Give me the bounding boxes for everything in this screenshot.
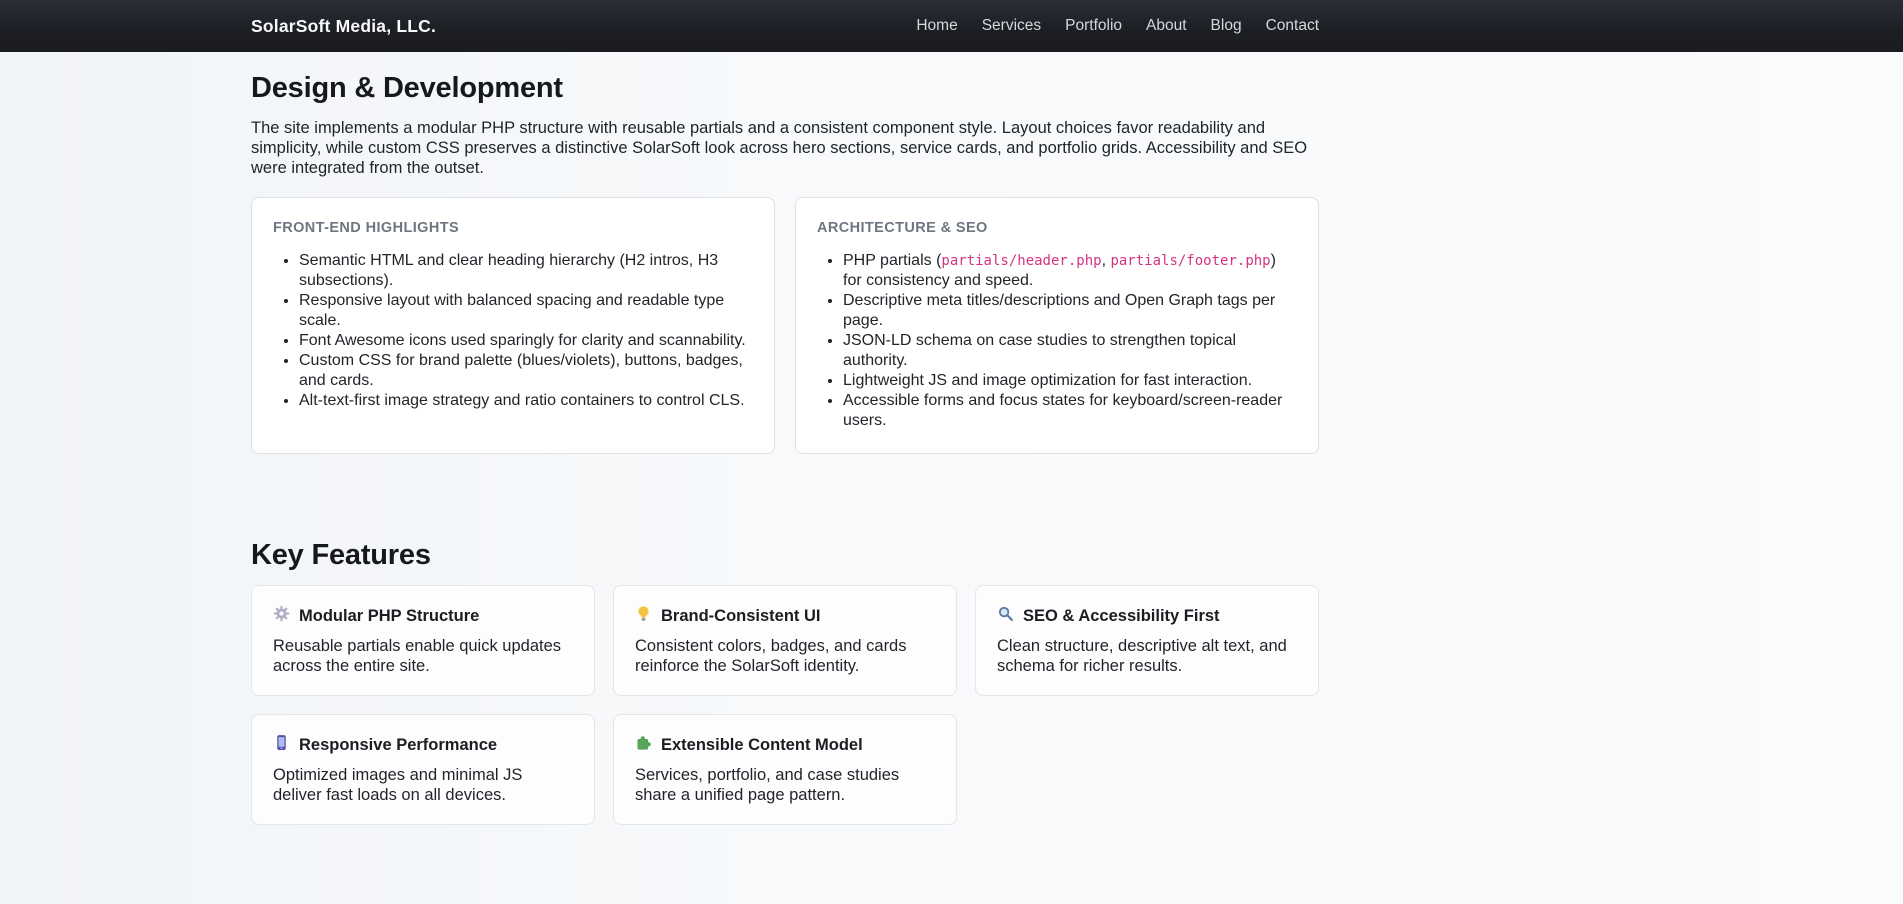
feature-title-row: Brand-Consistent UI xyxy=(635,605,935,627)
list-item: Lightweight JS and image optimization fo… xyxy=(843,371,1297,391)
phone-icon xyxy=(273,734,290,756)
architecture-seo-header: ARCHITECTURE & SEO xyxy=(817,220,1297,236)
architecture-seo-list: PHP partials (partials/header.php, parti… xyxy=(817,251,1297,431)
puzzle-icon xyxy=(635,734,652,756)
frontend-highlights-card: FRONT-END HIGHLIGHTS Semantic HTML and c… xyxy=(251,197,775,454)
nav-link-contact[interactable]: Contact xyxy=(1266,17,1319,35)
list-item: Font Awesome icons used sparingly for cl… xyxy=(299,331,753,351)
list-item: Descriptive meta titles/descriptions and… xyxy=(843,291,1297,331)
list-item: Accessible forms and focus states for ke… xyxy=(843,391,1297,431)
nav-links: Home Services Portfolio About Blog Conta… xyxy=(916,17,1319,35)
brand-link[interactable]: SolarSoft Media, LLC. xyxy=(251,16,436,37)
list-item: Responsive layout with balanced spacing … xyxy=(299,291,753,331)
architecture-seo-card: ARCHITECTURE & SEO PHP partials (partial… xyxy=(795,197,1319,454)
feature-title: Modular PHP Structure xyxy=(299,607,479,626)
feature-description: Services, portfolio, and case studies sh… xyxy=(635,765,935,805)
feature-title-row: Responsive Performance xyxy=(273,734,573,756)
highlight-cards-row: FRONT-END HIGHLIGHTS Semantic HTML and c… xyxy=(251,197,1319,454)
nav-link-about[interactable]: About xyxy=(1146,17,1187,35)
feature-title: SEO & Accessibility First xyxy=(1023,607,1220,626)
main-content: Design & Development The site implements… xyxy=(251,52,1319,825)
feature-title: Responsive Performance xyxy=(299,736,497,755)
feature-card-modular-php: Modular PHP Structure Reusable partials … xyxy=(251,585,595,696)
feature-description: Optimized images and minimal JS deliver … xyxy=(273,765,573,805)
key-features-title: Key Features xyxy=(251,539,1319,572)
features-grid: Modular PHP Structure Reusable partials … xyxy=(251,585,1319,825)
list-item-php-partials: PHP partials (partials/header.php, parti… xyxy=(843,251,1297,291)
gear-icon xyxy=(273,605,290,627)
lightbulb-icon xyxy=(635,605,652,627)
nav-link-home[interactable]: Home xyxy=(916,17,957,35)
nav-link-blog[interactable]: Blog xyxy=(1211,17,1242,35)
feature-card-responsive-performance: Responsive Performance Optimized images … xyxy=(251,714,595,825)
feature-description: Consistent colors, badges, and cards rei… xyxy=(635,636,935,676)
frontend-highlights-header: FRONT-END HIGHLIGHTS xyxy=(273,220,753,236)
feature-title: Brand-Consistent UI xyxy=(661,607,821,626)
nav-link-services[interactable]: Services xyxy=(982,17,1041,35)
navbar: SolarSoft Media, LLC. Home Services Port… xyxy=(0,0,1903,52)
list-item: Custom CSS for brand palette (blues/viol… xyxy=(299,351,753,391)
feature-card-extensible-content: Extensible Content Model Services, portf… xyxy=(613,714,957,825)
feature-title-row: Modular PHP Structure xyxy=(273,605,573,627)
design-development-intro: The site implements a modular PHP struct… xyxy=(251,118,1319,178)
footer-php-code: partials/footer.php xyxy=(1110,253,1270,269)
feature-card-seo-accessibility: SEO & Accessibility First Clean structur… xyxy=(975,585,1319,696)
design-development-section: Design & Development The site implements… xyxy=(251,72,1319,454)
design-development-title: Design & Development xyxy=(251,72,1319,105)
feature-description: Clean structure, descriptive alt text, a… xyxy=(997,636,1297,676)
feature-title-row: Extensible Content Model xyxy=(635,734,935,756)
feature-title: Extensible Content Model xyxy=(661,736,863,755)
feature-description: Reusable partials enable quick updates a… xyxy=(273,636,573,676)
feature-card-brand-ui: Brand-Consistent UI Consistent colors, b… xyxy=(613,585,957,696)
key-features-section: Key Features Modular PHP Struct xyxy=(251,539,1319,825)
php-partials-text: PHP partials ( xyxy=(843,252,941,269)
frontend-highlights-list: Semantic HTML and clear heading hierarch… xyxy=(273,251,753,411)
header-php-code: partials/header.php xyxy=(941,253,1101,269)
nav-link-portfolio[interactable]: Portfolio xyxy=(1065,17,1122,35)
list-item: Alt-text-first image strategy and ratio … xyxy=(299,391,753,411)
list-item: Semantic HTML and clear heading hierarch… xyxy=(299,251,753,291)
list-item: JSON-LD schema on case studies to streng… xyxy=(843,331,1297,371)
magnifier-icon xyxy=(997,605,1014,627)
feature-title-row: SEO & Accessibility First xyxy=(997,605,1297,627)
